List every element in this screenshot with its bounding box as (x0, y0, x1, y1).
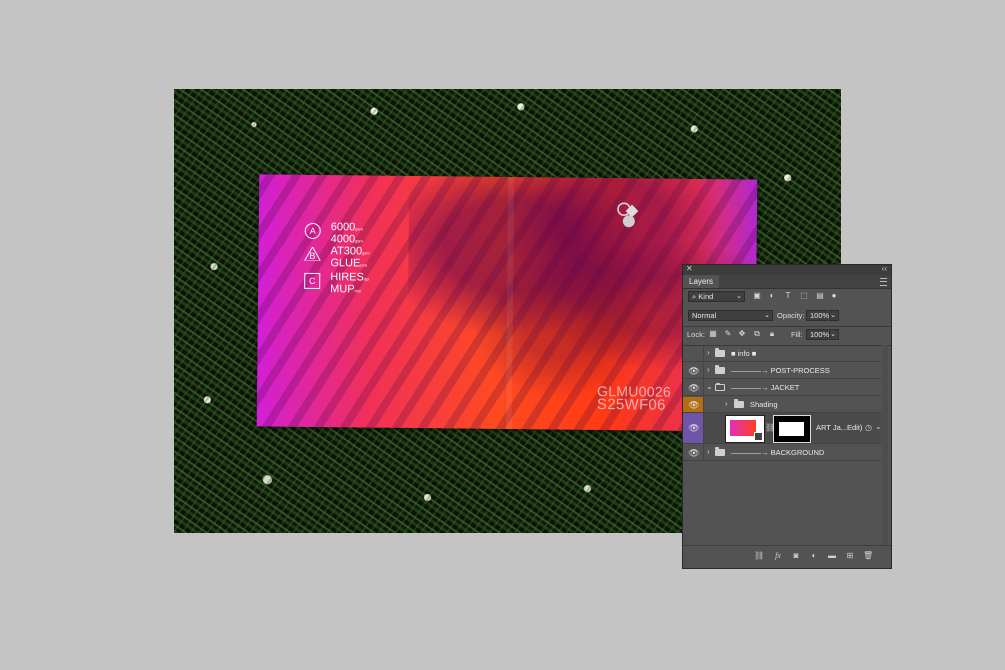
new-group-icon[interactable]: ▬ (827, 551, 837, 561)
chevron-down-icon: ⌄ (764, 312, 770, 319)
layer-mask-thumbnail[interactable] (773, 415, 811, 443)
lock-all-icon[interactable]: 🔒︎ (767, 329, 777, 339)
visibility-toggle[interactable]: 👁︎ (683, 397, 704, 412)
divider (683, 326, 891, 327)
close-icon[interactable]: ✕ (686, 264, 693, 273)
filter-pixel-icon[interactable]: ▣ (752, 291, 762, 301)
layer-jacket[interactable]: 👁︎ ⌄ ————→ JACKET (683, 380, 881, 396)
filter-kind-select[interactable]: ⌕ Kind ⌄ (688, 291, 745, 302)
visibility-toggle[interactable]: 👁︎ (683, 413, 704, 443)
chevron-down-icon: ⌄ (830, 312, 836, 319)
opacity-label: Opacity: (777, 311, 805, 320)
lock-label: Lock: (687, 330, 705, 339)
search-icon: ⌕ (692, 292, 697, 301)
layer-info[interactable]: › ■ info ■ (683, 346, 881, 362)
product-code-2: S25WF06 (596, 395, 666, 414)
lock-row: Lock: ▦ ✎ ✥ ⧉ 🔒︎ Fill: 100% ⌄ (683, 329, 891, 341)
fx-icon[interactable]: fx (773, 551, 783, 561)
folder-icon (734, 399, 744, 408)
lock-move-icon[interactable]: ✥ (737, 329, 747, 339)
link-layers-icon[interactable]: ⛓︎ (754, 551, 764, 561)
chevron-right-icon[interactable]: › (707, 365, 710, 374)
layers-panel[interactable]: ✕ ‹‹ Layers ⌕ Kind ⌄ ▣ ◐ T ⬚ ▤ ● Normal ⌄ … (682, 264, 892, 569)
filter-adjustment-icon[interactable]: ◐ (767, 291, 777, 301)
spec-c-text: HIRESdpi MUPmm (330, 271, 370, 296)
visibility-toggle[interactable]: 👁︎ (683, 445, 704, 460)
visibility-toggle[interactable] (683, 346, 704, 361)
lock-artboard-icon[interactable]: ⧉ (752, 329, 762, 339)
smart-object-icon (754, 432, 763, 441)
visibility-toggle[interactable]: 👁︎ (683, 380, 704, 395)
layer-name: ————→ JACKET (731, 383, 800, 392)
new-layer-icon[interactable]: ⊞ (845, 551, 855, 561)
filter-toggle-icon[interactable]: ● (829, 291, 839, 301)
filter-row: ⌕ Kind ⌄ ▣ ◐ T ⬚ ▤ ● (683, 291, 891, 305)
layer-name: Shading (750, 400, 778, 409)
layer-background[interactable]: 👁︎ › ————→ BACKGROUND (683, 445, 881, 461)
opacity-dropdown[interactable]: ⌄ (829, 310, 839, 321)
chevron-down-icon[interactable]: ⌄ (875, 422, 882, 431)
lock-transparent-icon[interactable]: ▦ (708, 329, 718, 339)
layer-name: ————→ POST-PROCESS (731, 366, 830, 375)
filter-smart-object-icon[interactable]: ▤ (815, 291, 825, 301)
eye-icon: 👁︎ (688, 400, 700, 410)
layers-scrollbar[interactable] (882, 345, 888, 545)
eye-icon: 👁︎ (688, 423, 700, 433)
chevron-right-icon[interactable]: › (707, 447, 710, 456)
eye-icon: 👁︎ (688, 448, 700, 458)
delete-icon[interactable]: 🗑︎ (863, 551, 873, 561)
opacity-field[interactable]: 100% (806, 310, 829, 321)
eye-icon: 👁︎ (688, 366, 700, 376)
folder-icon (715, 365, 725, 374)
panel-titlebar[interactable]: ✕ ‹‹ (683, 264, 891, 275)
fill-dropdown[interactable]: ⌄ (829, 329, 839, 340)
folder-open-icon (715, 383, 725, 391)
chevron-down-icon: ⌄ (736, 293, 742, 300)
mask-shape (779, 422, 804, 436)
thumbnail-artwork (730, 420, 756, 436)
layer-shading[interactable]: 👁︎ › Shading (683, 397, 881, 413)
folder-icon (715, 447, 725, 456)
tab-layers[interactable]: Layers (683, 275, 720, 288)
folder-icon (715, 348, 725, 357)
panel-tabs: Layers (683, 275, 891, 289)
lock-paint-icon[interactable]: ✎ (723, 329, 733, 339)
chevron-down-icon: ⌄ (830, 331, 836, 338)
chevron-right-icon[interactable]: › (725, 399, 728, 408)
eye-icon: 👁︎ (688, 383, 700, 393)
adjustment-layer-icon[interactable]: ◐ (809, 551, 819, 561)
chevron-down-icon[interactable]: ⌄ (706, 382, 713, 391)
panel-footer: ⛓︎ fx ◙ ◐ ▬ ⊞ 🗑︎ (683, 545, 891, 568)
layer-name: ————→ BACKGROUND (731, 448, 825, 457)
spec-badge-c: C (304, 272, 321, 290)
layer-name: ART Ja...Edit) (816, 423, 863, 432)
chevron-right-icon[interactable]: › (707, 348, 710, 357)
layer-art-jacket[interactable]: 👁︎ ⛓︎ ART Ja...Edit) ◷ ⌄ (683, 413, 882, 444)
fill-label: Fill: (791, 330, 803, 339)
panel-menu-icon[interactable] (880, 278, 887, 286)
visibility-toggle[interactable]: 👁︎ (683, 363, 704, 378)
filter-shape-icon[interactable]: ⬚ (799, 291, 809, 301)
smart-filter-icon[interactable]: ◷ (865, 423, 872, 432)
blend-mode-select[interactable]: Normal ⌄ (688, 310, 773, 321)
spec-badge-b: B (304, 246, 321, 262)
blend-row: Normal ⌄ Opacity: 100% ⌄ (683, 310, 891, 322)
layer-name: ■ info ■ (731, 349, 757, 358)
collapse-icon[interactable]: ‹‹ (882, 264, 887, 273)
add-mask-icon[interactable]: ◙ (791, 551, 801, 561)
spec-a-text: 6000gsm 4000gsm (330, 221, 363, 246)
layer-thumbnail[interactable] (725, 415, 765, 443)
layer-post-process[interactable]: 👁︎ › ————→ POST-PROCESS (683, 363, 881, 379)
filter-type-icon[interactable]: T (783, 291, 793, 301)
spec-badge-a: A (304, 222, 321, 240)
fill-field[interactable]: 100% (806, 329, 829, 340)
spec-b-text: AT300gsm GLUEpva (330, 245, 370, 270)
brand-logo-icon (617, 202, 639, 228)
